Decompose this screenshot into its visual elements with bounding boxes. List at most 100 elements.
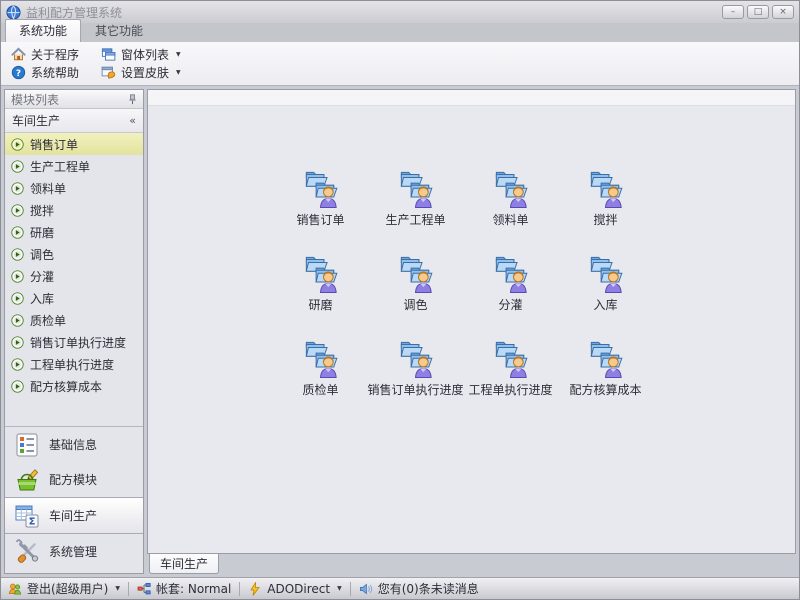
sidebar-item-material-requisition[interactable]: 领料单 — [5, 177, 143, 199]
document-tab-workshop-production[interactable]: 车间生产 — [149, 553, 219, 574]
sidebar-item-quality-inspection[interactable]: 质检单 — [5, 309, 143, 331]
shortcut-material-requisition[interactable]: 领料单 — [463, 166, 558, 228]
shortcut-label: 调色 — [403, 296, 427, 313]
shortcut-engineering-order-progress[interactable]: 工程单执行进度 — [463, 336, 558, 398]
shortcut-mixing[interactable]: 搅拌 — [558, 166, 653, 228]
shortcut-label: 配方核算成本 — [569, 381, 641, 398]
nav-workshop-production[interactable]: 车间生产 — [5, 497, 143, 534]
green-arrow-icon — [11, 314, 24, 327]
maximize-button[interactable]: □ — [747, 5, 769, 19]
sidebar-item-sales-order[interactable]: 销售订单 — [5, 133, 143, 155]
shortcut-label: 领料单 — [492, 211, 528, 228]
shortcut-label: 研磨 — [308, 296, 332, 313]
folder-user-icon — [301, 336, 341, 379]
green-arrow-icon — [11, 248, 24, 261]
tools-icon — [14, 539, 40, 565]
sidebar-item-sales-order-progress[interactable]: 销售订单执行进度 — [5, 331, 143, 353]
green-arrow-icon — [11, 292, 24, 305]
pin-icon[interactable] — [128, 94, 137, 105]
module-sidebar: 模块列表 车间生产 « 销售订单 生产工程单 领料单 搅拌 — [4, 89, 144, 574]
shortcut-label: 销售订单执行进度 — [368, 381, 464, 398]
nav-formula-module[interactable]: 配方模块 — [5, 462, 143, 497]
nav-label: 基础信息 — [49, 436, 97, 453]
logout-label: 登出(超级用户) — [27, 580, 108, 597]
shortcut-label: 质检单 — [302, 381, 338, 398]
home-icon — [11, 47, 26, 62]
sidebar-item-warehousing[interactable]: 入库 — [5, 287, 143, 309]
green-arrow-icon — [11, 336, 24, 349]
folder-user-icon — [396, 166, 436, 209]
nav-label: 车间生产 — [49, 507, 97, 524]
about-button[interactable]: 关于程序 — [8, 46, 82, 63]
folder-user-icon — [396, 251, 436, 294]
close-button[interactable]: × — [772, 5, 794, 19]
help-icon — [11, 65, 26, 80]
shortcut-color-tuning[interactable]: 调色 — [368, 251, 463, 313]
sidebar-item-label: 搅拌 — [30, 202, 54, 219]
folder-user-icon — [396, 336, 436, 379]
main-panel: 销售订单 生产工程单 领料单 搅拌 — [147, 89, 796, 554]
status-separator — [239, 582, 240, 596]
collapse-icon[interactable]: « — [129, 114, 136, 127]
sidebar-item-color-tuning[interactable]: 调色 — [5, 243, 143, 265]
green-arrow-icon — [11, 226, 24, 239]
window-controls: – □ × — [722, 5, 794, 19]
green-arrow-icon — [11, 182, 24, 195]
sidebar-item-grinding[interactable]: 研磨 — [5, 221, 143, 243]
skin-button[interactable]: 设置皮肤 ▼ — [98, 64, 184, 81]
shortcut-quality-inspection[interactable]: 质检单 — [273, 336, 368, 398]
status-bar: 登出(超级用户) ▼ 帐套: Normal ADODirect ▼ 您有(0)条… — [1, 577, 799, 599]
shortcut-sales-order[interactable]: 销售订单 — [273, 166, 368, 228]
chevron-down-icon: ▼ — [176, 51, 181, 58]
basket-pencil-icon — [14, 467, 40, 493]
nav-system-management[interactable]: 系统管理 — [5, 534, 143, 569]
data-provider-button[interactable]: ADODirect ▼ — [248, 582, 341, 596]
window-list-button[interactable]: 窗体列表 ▼ — [98, 46, 184, 63]
toolbar-row-1: 关于程序 窗体列表 ▼ — [8, 45, 792, 64]
help-button[interactable]: 系统帮助 — [8, 64, 82, 81]
tab-other-functions[interactable]: 其它功能 — [82, 20, 156, 42]
shortcut-warehousing[interactable]: 入库 — [558, 251, 653, 313]
sidebar-group-header[interactable]: 车间生产 « — [5, 109, 143, 133]
app-body: 模块列表 车间生产 « 销售订单 生产工程单 领料单 搅拌 — [1, 86, 799, 577]
sidebar-item-engineering-order-progress[interactable]: 工程单执行进度 — [5, 353, 143, 375]
green-arrow-icon — [11, 270, 24, 283]
sidebar-item-filling[interactable]: 分灌 — [5, 265, 143, 287]
tab-system-functions[interactable]: 系统功能 — [5, 19, 81, 42]
shortcut-label: 搅拌 — [593, 211, 617, 228]
folder-user-icon — [491, 336, 531, 379]
main-top-strip — [148, 90, 795, 106]
shortcut-label: 工程单执行进度 — [468, 381, 552, 398]
list-info-icon — [14, 432, 40, 458]
shortcut-grinding[interactable]: 研磨 — [273, 251, 368, 313]
shortcut-filling[interactable]: 分灌 — [463, 251, 558, 313]
nav-basic-info[interactable]: 基础信息 — [5, 427, 143, 462]
sidebar-item-label: 生产工程单 — [30, 158, 90, 175]
chevron-down-icon: ▼ — [115, 585, 120, 592]
minimize-button[interactable]: – — [722, 5, 744, 19]
logout-button[interactable]: 登出(超级用户) ▼ — [8, 580, 120, 597]
shortcut-sales-order-progress[interactable]: 销售订单执行进度 — [368, 336, 463, 398]
nav-label: 配方模块 — [49, 471, 97, 488]
window-list-label: 窗体列表 — [121, 46, 169, 63]
folder-user-icon — [301, 166, 341, 209]
folder-user-icon — [586, 166, 626, 209]
toolbar-row-2: 系统帮助 设置皮肤 ▼ — [8, 64, 792, 83]
shortcut-production-order[interactable]: 生产工程单 — [368, 166, 463, 228]
unread-messages-indicator[interactable]: 您有(0)条未读消息 — [359, 580, 479, 597]
sidebar-item-formula-costing[interactable]: 配方核算成本 — [5, 375, 143, 397]
folder-user-icon — [301, 251, 341, 294]
green-arrow-icon — [11, 204, 24, 217]
sidebar-nav: 基础信息 配方模块 车间生产 系统管理 — [5, 426, 143, 573]
sidebar-item-label: 销售订单执行进度 — [30, 334, 126, 351]
skin-icon — [101, 65, 116, 80]
shortcut-label: 入库 — [593, 296, 617, 313]
shortcut-label: 生产工程单 — [385, 211, 445, 228]
sidebar-item-production-order[interactable]: 生产工程单 — [5, 155, 143, 177]
app-icon — [6, 5, 21, 20]
status-separator — [350, 582, 351, 596]
chevron-down-icon: ▼ — [176, 69, 181, 76]
sidebar-item-mixing[interactable]: 搅拌 — [5, 199, 143, 221]
about-label: 关于程序 — [31, 46, 79, 63]
shortcut-formula-costing[interactable]: 配方核算成本 — [558, 336, 653, 398]
